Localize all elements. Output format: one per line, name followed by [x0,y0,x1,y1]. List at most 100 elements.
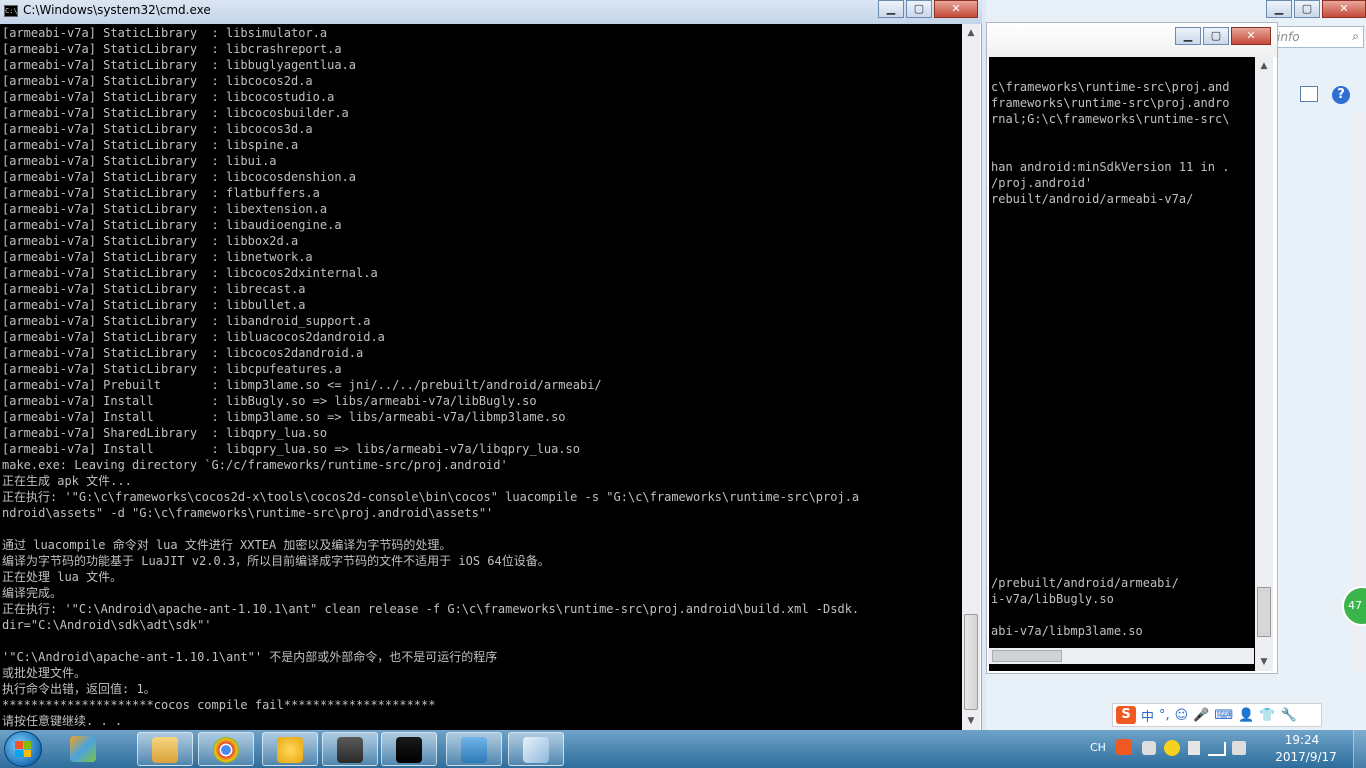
console-line: 正在处理 lua 文件。 [2,570,123,584]
console-line: [armeabi-v7a] StaticLibrary : libcocos2d… [2,346,364,360]
taskbar-file-explorer-button[interactable] [137,732,193,766]
plus-app-icon[interactable] [1164,740,1180,756]
second-console-scrollbar[interactable]: ▲ ▼ [1255,57,1273,671]
console-line: [armeabi-v7a] Install : libmp3lame.so =>… [2,410,566,424]
ime-item[interactable]: 👕 [1259,708,1275,723]
console-line: han android:minSdkVersion 11 in . [991,160,1230,174]
console-line: [armeabi-v7a] StaticLibrary : libcocos2d… [2,74,313,88]
cmd2-maximize-button[interactable]: ▢ [1203,27,1229,45]
console-line: [armeabi-v7a] StaticLibrary : libcocos2d… [2,266,378,280]
console-line: i-v7a/libBugly.so [991,592,1114,606]
console-line: *********************cocos compile fail*… [2,698,436,712]
help-icon[interactable]: ? [1332,86,1350,104]
ime-item[interactable]: 中 [1141,706,1154,725]
scroll-thumb[interactable] [964,614,978,710]
maximize-button[interactable]: ▢ [906,0,932,18]
device-icon[interactable] [1188,741,1200,755]
console-line: [armeabi-v7a] StaticLibrary : flatbuffer… [2,186,320,200]
shield-icon[interactable] [1142,741,1156,755]
taskbar-chrome-button[interactable] [198,732,254,766]
console-line: '"C:\Android\apache-ant-1.10.1\ant"' 不是内… [2,650,498,664]
ime-toolbar: S 中 °, ☺ 🎤 ⌨ 👤 👕 🔧 [1112,703,1322,727]
search-icon[interactable]: ⌕ [1352,29,1359,44]
show-desktop-button[interactable] [1353,730,1366,768]
close-button[interactable]: ✕ [934,0,978,18]
console-scrollbar[interactable]: ▲ ▼ [962,24,980,730]
scroll-up-icon[interactable]: ▲ [962,24,980,42]
ime-item[interactable]: 👤 [1238,708,1254,723]
language-indicator[interactable]: CH [1090,741,1106,754]
console-line: dir="C:\Android\sdk\adt\sdk"' [2,618,212,632]
console-output[interactable]: [armeabi-v7a] StaticLibrary : libsimulat… [0,24,962,730]
cmd2-minimize-button[interactable]: ▁ [1175,27,1201,45]
console-line: [armeabi-v7a] Install : libqpry_lua.so =… [2,442,580,456]
preview-pane-icon[interactable] [1300,86,1318,102]
search-input[interactable]: f info ⌕ [1264,26,1364,48]
scroll-down-icon[interactable]: ▼ [962,712,980,730]
taskbar-qq-chick-button[interactable] [262,732,318,766]
start-button[interactable] [4,731,42,767]
second-cmd-titlebar[interactable]: ▁ ▢ ✕ [987,23,1277,57]
sogou-tray-icon[interactable] [1116,739,1132,755]
sogou-ime-icon[interactable]: S [1116,706,1136,724]
console-line: [armeabi-v7a] StaticLibrary : libbox2d.a [2,234,299,248]
bg-close-button[interactable]: ✕ [1322,0,1366,18]
console-line: [armeabi-v7a] StaticLibrary : libspine.a [2,138,299,152]
window-title: C:\Windows\system32\cmd.exe [23,3,211,17]
taskbar-cmd-button[interactable] [381,732,437,766]
console-line: frameworks\runtime-src\proj.andro [991,96,1230,110]
ime-item[interactable]: °, [1159,708,1170,723]
console-line: [armeabi-v7a] StaticLibrary : libandroid… [2,314,371,328]
paint-icon [523,737,549,763]
console-line: [armeabi-v7a] StaticLibrary : libbuglyag… [2,58,357,72]
console-line: 编译完成。 [2,586,63,600]
taskbar-sublime-text-button[interactable] [322,732,378,766]
minimize-button[interactable]: ▁ [878,0,904,18]
console-line: [armeabi-v7a] StaticLibrary : libcocostu… [2,90,335,104]
console-line: 正在执行: '"G:\c\frameworks\cocos2d-x\tools\… [2,490,860,504]
bg-minimize-button[interactable]: ▁ [1266,0,1292,18]
bg-maximize-button[interactable]: ▢ [1294,0,1320,18]
console-line: [armeabi-v7a] SharedLibrary : libqpry_lu… [2,426,328,440]
clock-date[interactable]: 2017/9/17 [1268,750,1344,764]
scroll-thumb[interactable] [1257,587,1271,637]
console-line: rnal;G:\c\frameworks\runtime-src\ [991,112,1230,126]
taskbar-windows-photo-gallery-button[interactable] [56,732,112,766]
console-line: [armeabi-v7a] StaticLibrary : libluacoco… [2,330,385,344]
ime-item[interactable]: ⌨ [1214,708,1233,723]
background-window-controls: ▁ ▢ ✕ [1264,0,1366,20]
console-line: [armeabi-v7a] StaticLibrary : libui.a [2,154,277,168]
notification-badge[interactable]: 47 [1342,586,1366,626]
console-line: 或批处理文件。 [2,666,87,680]
scroll-up-icon[interactable]: ▲ [1255,57,1273,75]
system-tray: CH 19:24 2017/9/17 [1076,730,1366,768]
scroll-down-icon[interactable]: ▼ [1255,653,1273,671]
console-line: [armeabi-v7a] Prebuilt : libmp3lame.so <… [2,378,602,392]
cmd-titlebar[interactable]: C:\ C:\Windows\system32\cmd.exe ▁ ▢ ✕ [0,0,982,24]
console-line: c\frameworks\runtime-src\proj.and [991,80,1230,94]
clock-time[interactable]: 19:24 [1272,733,1332,747]
taskbar-remote-desktop-button[interactable] [446,732,502,766]
second-console-hscrollbar[interactable] [988,648,1254,664]
console-line: 正在生成 apk 文件... [2,474,132,488]
ime-item[interactable]: 🔧 [1281,708,1297,723]
console-line: [armeabi-v7a] StaticLibrary : librecast.… [2,282,306,296]
console-line: 请按任意键继续. . . [2,714,123,728]
console-line: 执行命令出错，返回值: 1。 [2,682,156,696]
file-explorer-icon [152,737,178,763]
ime-item[interactable]: ☺ [1175,708,1189,723]
cmd2-close-button[interactable]: ✕ [1231,27,1271,45]
hscroll-thumb[interactable] [992,650,1062,662]
console-line: rebuilt/android/armeabi-v7a/ [991,192,1194,206]
second-cmd-window: ▁ ▢ ✕ c\frameworks\runtime-src\proj.and f… [986,22,1278,674]
remote-desktop-icon [461,737,487,763]
second-cmd-controls: ▁ ▢ ✕ [1173,27,1271,45]
console-line: /proj.android' [991,176,1093,190]
taskbar-paint-button[interactable] [508,732,564,766]
console-line: [armeabi-v7a] StaticLibrary : libnetwork… [2,250,313,264]
volume-icon[interactable] [1232,741,1246,755]
second-console-output[interactable]: c\frameworks\runtime-src\proj.and framewo… [989,57,1255,671]
network-icon[interactable] [1208,742,1226,756]
console-line: [armeabi-v7a] StaticLibrary : libcocosde… [2,170,357,184]
ime-item[interactable]: 🎤 [1193,708,1209,723]
